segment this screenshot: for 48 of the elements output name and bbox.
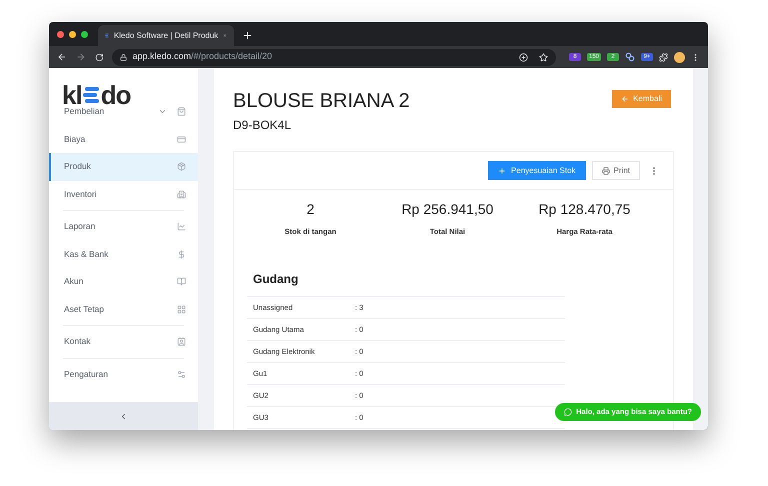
url-text: app.kledo.com/#/products/detail/20: [132, 50, 274, 64]
logo-e-icon: [82, 86, 100, 104]
contact-card-icon: [177, 337, 186, 346]
stat-value: Rp 256.941,50: [402, 200, 494, 219]
sidebar-item[interactable]: Produk: [49, 153, 198, 180]
star-icon[interactable]: [539, 52, 548, 62]
plus-icon: [498, 166, 506, 174]
box-icon: [177, 162, 186, 172]
sidebar-item[interactable]: Laporan: [49, 213, 198, 240]
link-icon[interactable]: [625, 52, 636, 62]
building-icon: [177, 190, 186, 199]
logo-text: do: [100, 82, 130, 108]
arrow-left-icon: [621, 95, 630, 103]
product-code: D9-BOK4L: [233, 117, 292, 134]
stat-value: 2: [306, 200, 314, 219]
logo-text: kl: [62, 82, 82, 108]
bag-icon: [177, 107, 186, 116]
address-bar[interactable]: app.kledo.com/#/products/detail/20: [112, 48, 556, 66]
grid-icon: [177, 304, 186, 314]
add-icon[interactable]: [519, 52, 528, 62]
chevron-left-icon: [119, 412, 128, 420]
product-title: BLOUSE BRIANA 2: [233, 89, 410, 113]
sidebar-item[interactable]: Biaya: [49, 126, 198, 153]
print-button[interactable]: Print: [592, 161, 640, 180]
dollar-icon: [177, 250, 186, 259]
sidebar-item[interactable]: Kas & Bank: [49, 240, 198, 268]
printer-icon: [602, 166, 610, 174]
warehouse-title: Gudang: [247, 270, 565, 298]
chat-icon: [564, 408, 572, 416]
sidebar-item[interactable]: Akun: [49, 268, 198, 296]
new-tab-icon[interactable]: [242, 30, 253, 41]
reload-icon[interactable]: [94, 52, 104, 62]
stat-value: Rp 128.470,75: [538, 200, 630, 219]
stock-adjustment-button[interactable]: Penyesuaian Stok: [488, 161, 586, 180]
forward-icon[interactable]: [76, 52, 86, 62]
sidebar-item[interactable]: Inventori: [49, 180, 198, 208]
extensions-icon[interactable]: [659, 52, 668, 62]
lock-icon: [120, 54, 128, 60]
book-icon: [177, 277, 186, 286]
avatar-icon[interactable]: [674, 52, 686, 62]
card-icon: [177, 134, 186, 144]
sidebar-item[interactable]: Pengaturan: [49, 360, 198, 388]
sidebar-item[interactable]: Kontak: [49, 328, 198, 356]
tab-title: Kledo Software | Detil Produk: [114, 30, 218, 42]
back-icon[interactable]: [57, 52, 67, 62]
sidebar-item[interactable]: Aset Tetap: [49, 296, 198, 323]
chart-icon: [177, 222, 186, 232]
browser-tab[interactable]: Kledo Software | Detil Produk: [98, 25, 234, 46]
